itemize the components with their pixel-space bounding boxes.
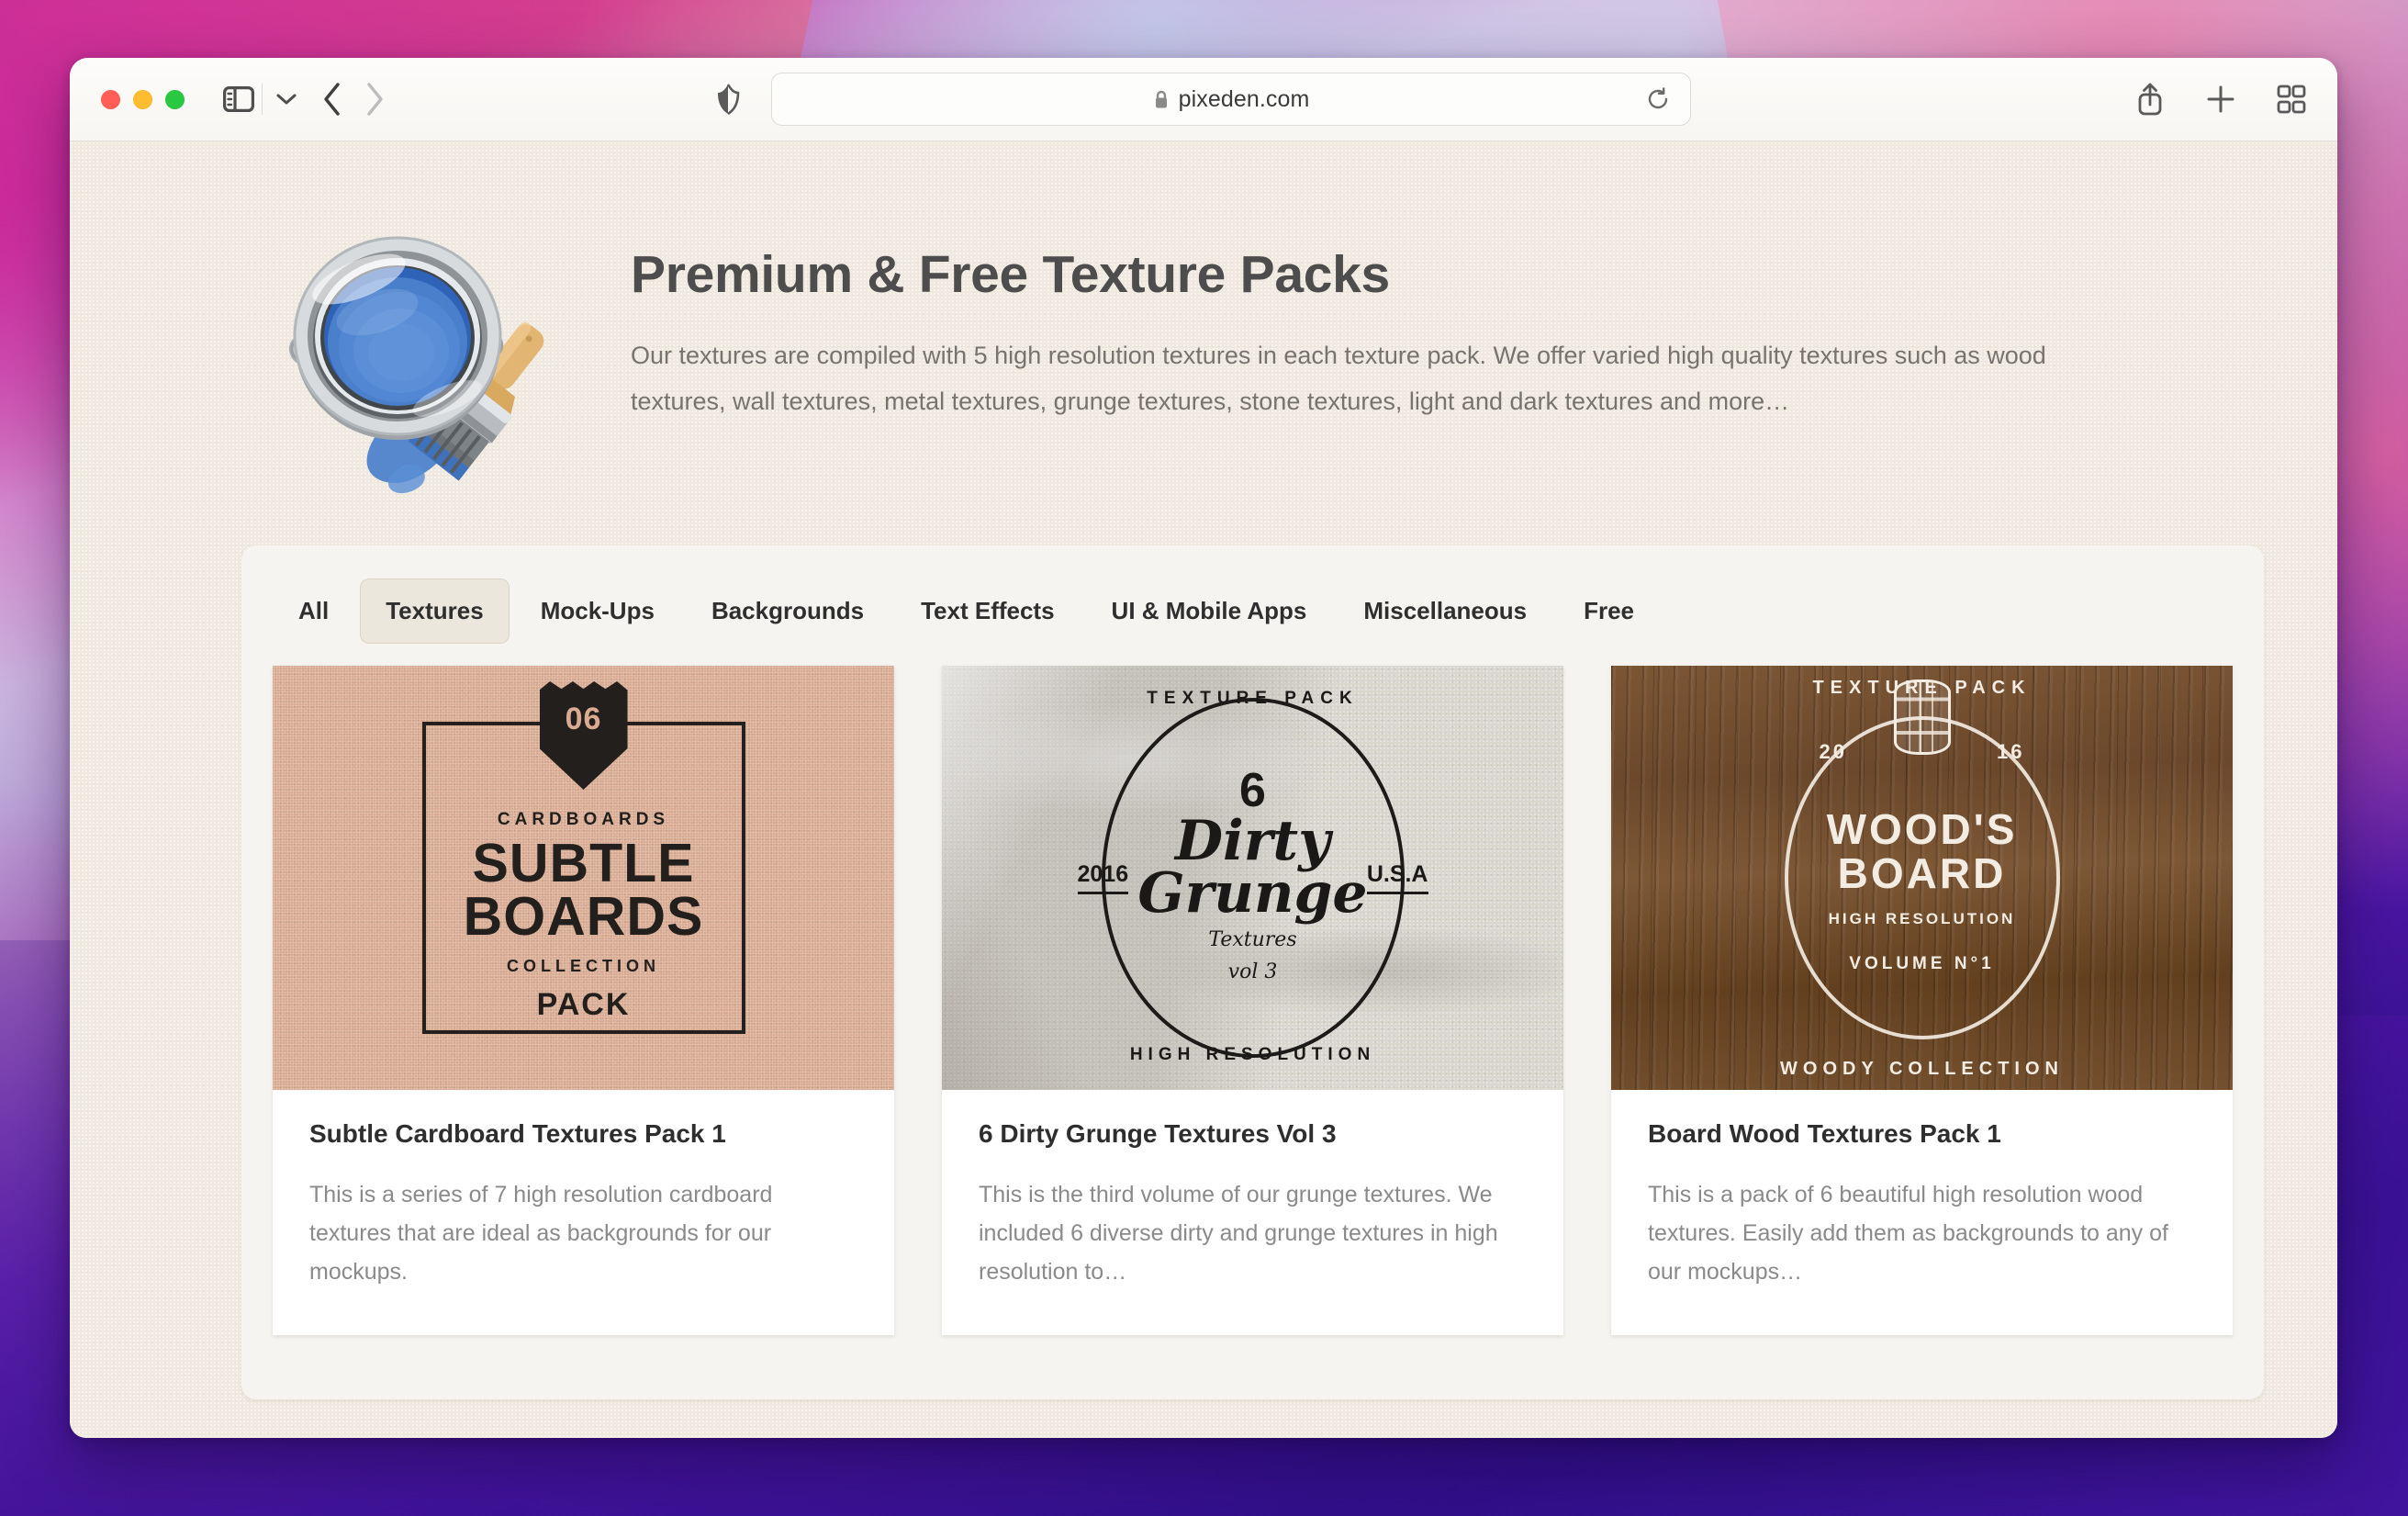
card-thumbnail-cardboard[interactable]: 06 CARDBOARDS SUBTLE BOARDS COLLECTION P… <box>273 666 894 1090</box>
cardboard-badge: 06 CARDBOARDS SUBTLE BOARDS COLLECTION P… <box>421 681 745 1034</box>
badge-resolution: HIGH RESOLUTION <box>1828 910 2016 928</box>
browser-toolbar: pixeden.com <box>70 58 2337 141</box>
page-description: Our textures are compiled with 5 high re… <box>631 342 2046 415</box>
hero-section: Premium & Free Texture Packs Our texture… <box>70 141 2337 529</box>
hero-text: Premium & Free Texture Packs Our texture… <box>631 193 2141 424</box>
texture-pack-card[interactable]: TEXTURE PACK WOODY COLLECTION 20 16 WOOD… <box>1611 666 2233 1335</box>
badge-year: 2016 <box>1077 861 1129 894</box>
badge-number: 6 <box>1239 763 1266 817</box>
reload-icon[interactable] <box>1646 87 1670 111</box>
card-title[interactable]: Board Wood Textures Pack 1 <box>1648 1117 2196 1150</box>
browser-window: pixeden.com Premium & Free Texture Packs… <box>70 58 2337 1438</box>
url-text: pixeden.com <box>1178 85 1310 112</box>
tab-label: Free <box>1584 597 1635 624</box>
badge-name-2: BOARD <box>1837 849 2007 897</box>
badge-top-arc: TEXTURE PACK <box>1147 689 1359 708</box>
chevron-down-icon[interactable] <box>262 84 297 115</box>
badge-bottom-arc: WOODY COLLECTION <box>1780 1059 2064 1079</box>
texture-pack-grid: 06 CARDBOARDS SUBTLE BOARDS COLLECTION P… <box>273 666 2233 1335</box>
sidebar-icon[interactable] <box>223 86 254 112</box>
shield-icon: 06 <box>539 681 628 790</box>
badge-line-4: COLLECTION <box>507 956 660 975</box>
badge-country: U.S.A <box>1366 861 1428 894</box>
share-icon[interactable] <box>2135 82 2165 117</box>
badge-core: 6 Dirty Grunge Textures vol 3 <box>1137 767 1367 984</box>
forward-button[interactable] <box>364 82 386 117</box>
barrel-icon <box>1893 679 1951 755</box>
close-button[interactable] <box>101 89 120 109</box>
card-body: 6 Dirty Grunge Textures Vol 3 This is th… <box>942 1090 1563 1335</box>
badge-line-1: CARDBOARDS <box>497 810 670 829</box>
badge-sub-1: Textures <box>1208 927 1297 951</box>
badge-sub-2: vol 3 <box>1227 960 1278 984</box>
tab-free[interactable]: Free <box>1558 578 1660 644</box>
badge-name-1: WOOD'S <box>1826 804 2018 853</box>
tab-label: UI & Mobile Apps <box>1111 597 1307 624</box>
badge-line-3: BOARDS <box>463 885 704 947</box>
lock-icon <box>1153 89 1170 110</box>
tab-miscellaneous[interactable]: Miscellaneous <box>1338 578 1552 644</box>
tab-ui-mobile-apps[interactable]: UI & Mobile Apps <box>1086 578 1333 644</box>
badge-line-5: PACK <box>536 986 631 1022</box>
paint-can-illustration <box>267 202 570 505</box>
tab-label: All <box>298 597 330 624</box>
texture-pack-card[interactable]: TEXTURE PACK HIGH RESOLUTION 2016 U.S.A … <box>942 666 1563 1335</box>
back-button[interactable] <box>321 82 343 117</box>
card-body: Subtle Cardboard Textures Pack 1 This is… <box>273 1090 894 1335</box>
card-description: This is a pack of 6 beautiful high resol… <box>1648 1182 2168 1285</box>
tab-label: Miscellaneous <box>1363 597 1528 624</box>
tab-backgrounds[interactable]: Backgrounds <box>686 578 890 644</box>
card-body: Board Wood Textures Pack 1 This is a pac… <box>1611 1090 2233 1335</box>
card-description: This is a series of 7 high resolution ca… <box>309 1182 773 1285</box>
tab-mockups[interactable]: Mock-Ups <box>515 578 680 644</box>
wood-badge: TEXTURE PACK WOODY COLLECTION 20 16 WOOD… <box>1780 678 2060 1079</box>
badge-year-right: 16 <box>1997 740 2025 763</box>
badge-core: WOOD'S BOARD HIGH RESOLUTION VOLUME N°1 <box>1826 804 2018 975</box>
page-title: Premium & Free Texture Packs <box>631 245 1390 304</box>
url-input[interactable]: pixeden.com <box>771 73 1691 126</box>
badge-script-1: Dirty <box>1174 808 1330 873</box>
tab-overview-icon[interactable] <box>2277 84 2306 114</box>
card-thumbnail-wood[interactable]: TEXTURE PACK WOODY COLLECTION 20 16 WOOD… <box>1611 666 2233 1090</box>
window-controls <box>101 89 185 109</box>
grunge-badge: TEXTURE PACK HIGH RESOLUTION 2016 U.S.A … <box>1077 689 1428 1064</box>
content-panel: All Textures Mock-Ups Backgrounds Text E… <box>241 545 2264 1399</box>
address-bar-region: pixeden.com <box>70 58 2337 140</box>
texture-pack-card[interactable]: 06 CARDBOARDS SUBTLE BOARDS COLLECTION P… <box>273 666 894 1335</box>
minimize-button[interactable] <box>133 89 152 109</box>
tab-label: Textures <box>386 597 484 624</box>
tab-text-effects[interactable]: Text Effects <box>895 578 1080 644</box>
page-content: Premium & Free Texture Packs Our texture… <box>70 141 2337 1438</box>
card-thumbnail-grunge[interactable]: TEXTURE PACK HIGH RESOLUTION 2016 U.S.A … <box>942 666 1563 1090</box>
badge-line-2: SUBTLE <box>472 833 695 893</box>
maximize-button[interactable] <box>165 89 185 109</box>
category-tabs: All Textures Mock-Ups Backgrounds Text E… <box>273 578 2233 666</box>
new-tab-plus-icon[interactable] <box>2205 84 2236 115</box>
card-description: This is the third volume of our grunge t… <box>979 1182 1498 1285</box>
badge-volume: VOLUME N°1 <box>1849 954 1995 974</box>
badge-bottom-arc: HIGH RESOLUTION <box>1129 1045 1376 1064</box>
tab-label: Mock-Ups <box>540 597 655 624</box>
privacy-shield-icon[interactable] <box>716 84 740 115</box>
toolbar-right-actions <box>2135 82 2306 117</box>
badge-year-left: 20 <box>1819 740 1847 763</box>
tab-label: Text Effects <box>921 597 1055 624</box>
badge-number: 06 <box>565 702 602 736</box>
card-title[interactable]: Subtle Cardboard Textures Pack 1 <box>309 1117 857 1150</box>
tab-textures[interactable]: Textures <box>360 578 510 644</box>
tab-label: Backgrounds <box>711 597 865 624</box>
badge-script-2: Grunge <box>1137 860 1368 926</box>
tab-all[interactable]: All <box>273 578 354 644</box>
card-title[interactable]: 6 Dirty Grunge Textures Vol 3 <box>979 1117 1527 1150</box>
